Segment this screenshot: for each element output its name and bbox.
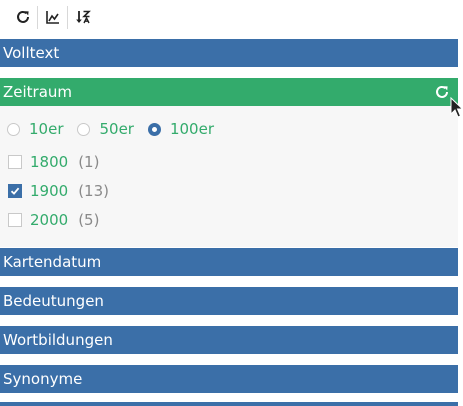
- radio-option-50er[interactable]: 50er: [77, 120, 134, 138]
- sort-button[interactable]: [68, 6, 98, 29]
- chart-icon: [45, 11, 59, 24]
- item-label: 1800: [30, 153, 69, 171]
- radio-label-50er: 50er: [99, 120, 134, 138]
- item-count: (5): [78, 211, 100, 229]
- refresh-icon: [16, 10, 29, 23]
- section-kartendatum[interactable]: Kartendatum: [0, 248, 458, 276]
- checkbox-2000[interactable]: [8, 213, 22, 227]
- list-item[interactable]: 1800 (1): [8, 152, 99, 172]
- section-bedeutungen-label: Bedeutungen: [3, 292, 104, 310]
- checkmark-icon: [10, 187, 20, 195]
- checkbox-1800[interactable]: [8, 155, 22, 169]
- list-item[interactable]: 2000 (5): [8, 210, 99, 230]
- item-count: (1): [78, 153, 100, 171]
- reset-icon[interactable]: [434, 84, 450, 100]
- list-item[interactable]: 1900 (13): [8, 181, 109, 201]
- section-synonyme[interactable]: Synonyme: [0, 365, 458, 393]
- section-bedeutungen[interactable]: Bedeutungen: [0, 287, 458, 315]
- radio-50er[interactable]: [77, 122, 91, 136]
- section-wortbildungen[interactable]: Wortbildungen: [0, 326, 458, 354]
- granularity-radio-group: 10er 50er 100er: [7, 120, 228, 138]
- radio-label-100er: 100er: [169, 120, 214, 138]
- radio-option-100er[interactable]: 100er: [147, 120, 214, 138]
- item-count: (13): [78, 182, 109, 200]
- section-zeitraum[interactable]: Zeitraum: [0, 78, 458, 106]
- mouse-cursor-icon: [450, 97, 463, 118]
- section-volltext-label: Volltext: [3, 44, 60, 62]
- section-synonyme-label: Synonyme: [3, 370, 83, 388]
- refresh-button[interactable]: [8, 5, 38, 29]
- section-next[interactable]: [0, 402, 458, 406]
- section-kartendatum-label: Kartendatum: [3, 253, 102, 271]
- radio-100er[interactable]: [147, 122, 161, 136]
- checkbox-1900[interactable]: [8, 184, 22, 198]
- chart-button[interactable]: [38, 5, 68, 29]
- section-zeitraum-label: Zeitraum: [3, 83, 73, 101]
- section-volltext[interactable]: Volltext: [0, 39, 458, 67]
- zeitraum-panel: 10er 50er 100er 1800 (1) 1900 (13) 2000 …: [0, 106, 458, 247]
- section-wortbildungen-label: Wortbildungen: [3, 331, 113, 349]
- radio-label-10er: 10er: [29, 120, 64, 138]
- item-label: 2000: [30, 211, 69, 229]
- sort-descending-icon: [76, 10, 91, 24]
- radio-10er[interactable]: [7, 122, 20, 136]
- item-label: 1900: [30, 182, 69, 200]
- toolbar: [8, 5, 98, 29]
- radio-option-10er[interactable]: 10er: [7, 120, 63, 138]
